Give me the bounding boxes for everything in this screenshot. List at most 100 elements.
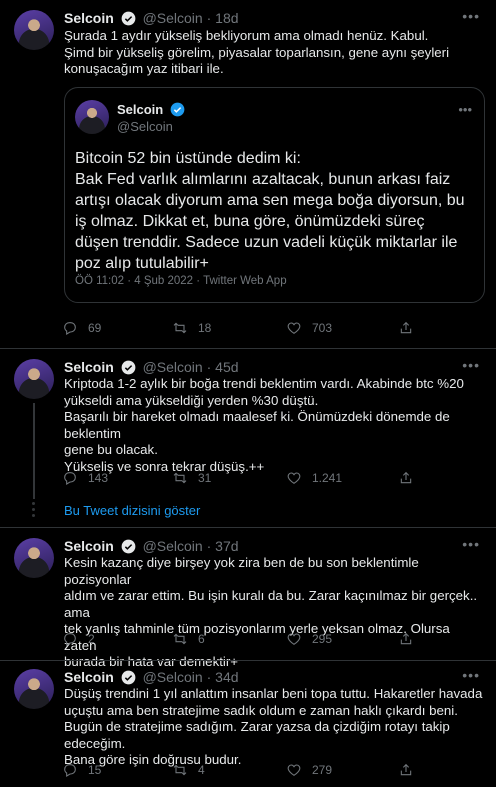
verified-badge-icon <box>121 11 136 26</box>
tweet-line: Düşüş trendini 1 yıl anlattım insanlar b… <box>64 686 483 701</box>
author-handle[interactable]: @Selcoin <box>143 10 203 26</box>
tweet-header: Selcoin @Selcoin · 18d <box>64 10 239 26</box>
share-button[interactable] <box>398 762 414 778</box>
more-icon[interactable]: ••• <box>462 667 480 683</box>
author-name[interactable]: Selcoin <box>64 669 114 685</box>
quoted-avatar <box>75 100 109 134</box>
tweet-line: gene bu olacak. <box>64 442 158 457</box>
show-thread-link[interactable]: Bu Tweet dizisini göster <box>64 503 200 518</box>
like-icon <box>287 764 301 776</box>
tweet-line: Kriptoda 1-2 aylık bir boğa trendi bekle… <box>64 376 464 391</box>
separator-dot: · <box>206 538 212 554</box>
like-count: 703 <box>312 321 333 335</box>
more-icon[interactable]: ••• <box>462 536 480 552</box>
tweet-text: Şurada 1 aydır yükseliş bekliyorum ama o… <box>64 28 484 78</box>
avatar[interactable] <box>14 359 54 399</box>
like-button[interactable]: 703 <box>286 320 332 336</box>
like-count: 1.241 <box>312 471 343 485</box>
quoted-line: Bak Fed varlık alımlarını azaltacak, bun… <box>75 171 451 188</box>
retweet-icon <box>173 633 187 645</box>
quoted-tweet[interactable]: Selcoin @Selcoin ••• Bitcoin 52 bin üstü… <box>64 87 485 303</box>
more-icon[interactable]: ••• <box>458 102 472 117</box>
share-button[interactable] <box>398 631 414 647</box>
thread-ellipsis <box>32 502 36 520</box>
quoted-author-handle: @Selcoin <box>117 119 173 134</box>
author-name[interactable]: Selcoin <box>64 10 114 26</box>
retweet-icon <box>173 472 187 484</box>
tweet-actions: 2 6 295 <box>62 631 412 649</box>
share-icon <box>400 471 412 484</box>
retweet-icon <box>173 764 187 776</box>
retweet-count: 6 <box>198 632 205 646</box>
reply-count: 69 <box>88 321 102 335</box>
share-button[interactable] <box>398 320 414 336</box>
quoted-line: düşen trenddir. Sadece uzun vadeli küçük… <box>75 234 458 251</box>
tweet-time[interactable]: 45d <box>215 359 238 375</box>
like-count: 295 <box>312 632 333 646</box>
share-icon <box>400 632 412 645</box>
tweet-time[interactable]: 37d <box>215 538 238 554</box>
avatar[interactable] <box>14 10 54 50</box>
tweet-text: Kriptoda 1-2 aylık bir boğa trendi bekle… <box>64 376 484 475</box>
author-handle[interactable]: @Selcoin <box>143 669 203 685</box>
avatar[interactable] <box>14 538 54 578</box>
tweet-header: Selcoin @Selcoin · 34d <box>64 669 239 685</box>
author-handle[interactable]: @Selcoin <box>143 359 203 375</box>
separator-dot: · <box>206 669 212 685</box>
tweet-text: Kesin kazanç diye birşey yok zira ben de… <box>64 555 484 671</box>
tweet-2[interactable]: Selcoin @Selcoin · 45d ••• Kriptoda 1-2 … <box>0 349 496 499</box>
like-button[interactable]: 1.241 <box>286 470 342 486</box>
reply-button[interactable]: 15 <box>62 762 101 778</box>
avatar[interactable] <box>14 669 54 709</box>
retweet-count: 31 <box>198 471 212 485</box>
reply-icon <box>64 322 76 335</box>
tweet-line: aldım ve zarar ettim. Bu işin kuralı da … <box>64 588 478 620</box>
retweet-count: 4 <box>198 763 205 777</box>
author-name[interactable]: Selcoin <box>64 359 114 375</box>
separator-dot: · <box>206 10 212 26</box>
tweet-line: Başarılı bir hareket olmadı maalesef ki.… <box>64 409 450 441</box>
author-handle[interactable]: @Selcoin <box>143 538 203 554</box>
tweet-line: Şimd bir yükseliş görelim, piyasalar top… <box>64 44 450 60</box>
tweet-actions: 69 18 703 <box>62 320 412 338</box>
thread-dot <box>32 514 35 517</box>
tweet-time[interactable]: 18d <box>215 10 238 26</box>
share-button[interactable] <box>398 470 414 486</box>
tweet-4[interactable]: Selcoin @Selcoin · 34d ••• Düşüş trendin… <box>0 661 496 787</box>
like-button[interactable]: 279 <box>286 762 332 778</box>
like-button[interactable]: 295 <box>286 631 332 647</box>
reply-icon <box>64 633 76 646</box>
reply-button[interactable]: 2 <box>62 631 95 647</box>
quoted-line: artışı olacak diyorum ama sen mega boğa … <box>75 192 465 209</box>
reply-icon <box>64 764 76 777</box>
reply-button[interactable]: 69 <box>62 320 101 336</box>
tweet-1[interactable]: Selcoin @Selcoin · 18d ••• Şurada 1 aydı… <box>0 0 496 348</box>
retweet-button[interactable]: 4 <box>172 762 205 778</box>
author-name[interactable]: Selcoin <box>64 538 114 554</box>
retweet-button[interactable]: 6 <box>172 631 205 647</box>
verified-badge-icon <box>121 360 136 375</box>
tweet-3[interactable]: Selcoin @Selcoin · 37d ••• Kesin kazanç … <box>0 528 496 669</box>
thread-dot <box>32 502 35 505</box>
thread-dot <box>32 508 35 511</box>
tweet-actions: 15 4 279 <box>62 762 412 780</box>
retweet-button[interactable]: 31 <box>172 470 211 486</box>
quoted-meta[interactable]: ÖÖ 11:02 · 4 Şub 2022 · Twitter Web App <box>75 275 287 287</box>
quoted-line: iş olmaz. Dikkat et, buna göre, önümüzde… <box>75 213 425 230</box>
like-icon <box>287 322 301 334</box>
tweet-actions: 143 31 1.241 <box>62 470 412 488</box>
quoted-author-name: Selcoin <box>117 102 188 117</box>
reply-icon <box>64 472 76 485</box>
reply-button[interactable]: 143 <box>62 470 108 486</box>
more-icon[interactable]: ••• <box>462 8 480 24</box>
share-icon <box>400 321 412 334</box>
retweet-button[interactable]: 18 <box>172 320 211 336</box>
tweet-time[interactable]: 34d <box>215 669 238 685</box>
more-icon[interactable]: ••• <box>462 357 480 373</box>
retweet-count: 18 <box>198 321 212 335</box>
share-icon <box>400 763 412 776</box>
quoted-name-text: Selcoin <box>117 102 164 117</box>
like-icon <box>287 633 301 645</box>
tweet-line: Kesin kazanç diye birşey yok zira ben de… <box>64 555 419 587</box>
tweet-text: Düşüş trendini 1 yıl anlattım insanlar b… <box>64 686 484 769</box>
